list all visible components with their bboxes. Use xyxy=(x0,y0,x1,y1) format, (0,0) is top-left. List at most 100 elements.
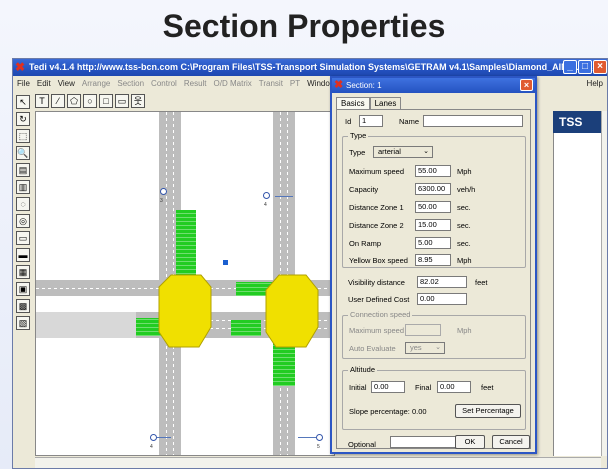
distance-zone-2-label: Distance Zone 2 xyxy=(349,221,404,230)
junction-layer xyxy=(158,260,319,348)
id-field[interactable]: 1 xyxy=(359,115,383,127)
type-group-title: Type xyxy=(348,131,369,140)
user-defined-cost-field[interactable]: 0.00 xyxy=(417,293,467,305)
select-area-icon[interactable]: ⬚ xyxy=(16,129,30,143)
distance-zone-2-field[interactable]: 15.00 xyxy=(415,219,451,231)
final-field[interactable]: 0.00 xyxy=(437,381,471,393)
menu-help[interactable]: Help xyxy=(587,76,603,91)
basics-panel: Id 1 Name Type Type arterial ⌄ Maximum sp… xyxy=(336,109,531,449)
max-speed-field[interactable]: 55.00 xyxy=(415,165,451,177)
tss-logo: TSS xyxy=(553,111,601,133)
connection-max-speed-label: Maximum speed xyxy=(349,326,405,335)
horizontal-scrollbar[interactable] xyxy=(35,457,601,468)
visibility-distance-unit: feet xyxy=(475,278,488,287)
yellow-box-speed-field[interactable]: 8.95 xyxy=(415,254,451,266)
auto-evaluate-label: Auto Evaluate xyxy=(349,344,396,353)
connection-speed-title: Connection speed xyxy=(348,310,413,319)
chevron-down-icon: ⌄ xyxy=(423,148,429,155)
menu-od-matrix[interactable]: O/D Matrix xyxy=(214,76,252,91)
distance-zone-1-field[interactable]: 50.00 xyxy=(415,201,451,213)
initial-label: Initial xyxy=(349,383,367,392)
name-field[interactable] xyxy=(423,115,523,127)
grid-tool-icon[interactable]: ▩ xyxy=(16,299,30,313)
auto-evaluate-dropdown[interactable]: yes ⌄ xyxy=(405,342,445,354)
app-title: Tedi v4.1.4 http://www.tss-bcn.com C:\Pr… xyxy=(29,62,608,72)
altitude-title: Altitude xyxy=(348,365,378,374)
node-marker[interactable] xyxy=(316,434,323,441)
centroid-tool-icon[interactable]: ◌ xyxy=(16,197,30,211)
on-ramp-label: On Ramp xyxy=(349,239,382,248)
final-label: Final xyxy=(415,383,432,392)
tab-basics[interactable]: Basics xyxy=(336,97,370,109)
on-ramp-field[interactable]: 5.00 xyxy=(415,237,451,249)
centroid-marker xyxy=(223,260,228,265)
capacity-label: Capacity xyxy=(349,185,379,194)
slope-percentage-label: Slope percentage: 0.00 xyxy=(349,407,427,416)
text-tool-icon[interactable]: T xyxy=(35,94,49,108)
layers-tool-icon[interactable]: ▧ xyxy=(16,316,30,330)
person-tool-icon[interactable]: 웃 xyxy=(131,94,145,108)
menu-control[interactable]: Control xyxy=(151,76,177,91)
polygon-tool-icon[interactable]: ⬠ xyxy=(67,94,81,108)
app-logo-icon: ✖ xyxy=(15,60,26,74)
capacity-field[interactable]: 6300.00 xyxy=(415,183,451,195)
tab-lanes[interactable]: Lanes xyxy=(369,97,402,109)
menu-result[interactable]: Result xyxy=(184,76,207,91)
visibility-distance-field[interactable]: 82.02 xyxy=(417,276,467,288)
junction-right xyxy=(265,274,319,348)
node-label: 4 xyxy=(264,202,267,208)
type-dropdown[interactable]: arterial ⌄ xyxy=(373,146,433,158)
node-marker[interactable] xyxy=(160,188,167,195)
ok-button[interactable]: OK xyxy=(455,435,485,449)
optional-label: Optional xyxy=(348,440,376,449)
menu-arrange[interactable]: Arrange xyxy=(82,76,110,91)
app-titlebar: ✖ Tedi v4.1.4 http://www.tss-bcn.com C:\… xyxy=(13,59,608,76)
auto-evaluate-value: yes xyxy=(410,343,422,352)
vms-tool-icon[interactable]: ▭ xyxy=(16,231,30,245)
top-drawing-tools: T ⁄ ⬠ ○ □ ▭ 웃 xyxy=(35,92,145,110)
junction-tool-icon[interactable]: ▥ xyxy=(16,180,30,194)
vertical-scrollbar[interactable] xyxy=(601,111,607,456)
menu-file[interactable]: File xyxy=(17,76,30,91)
polyline-tool-icon[interactable]: ⁄ xyxy=(51,94,65,108)
connector-line xyxy=(298,437,316,438)
left-toolbar: ↖ ↻ ⬚ 🔍 ▤ ▥ ◌ ◎ ▭ ▬ ▦ ▣ ▩ ▧ xyxy=(13,92,33,452)
dialog-logo-icon: ✖ xyxy=(334,79,344,91)
menu-section[interactable]: Section xyxy=(117,76,144,91)
minimize-button[interactable]: _ xyxy=(563,60,577,74)
maximize-button[interactable]: □ xyxy=(578,60,592,74)
menu-transit[interactable]: Transit xyxy=(259,76,283,91)
node-marker[interactable] xyxy=(263,192,270,199)
rotate-tool-icon[interactable]: ↻ xyxy=(16,112,30,126)
menu-pt[interactable]: PT xyxy=(290,76,300,91)
detector-tool-icon[interactable]: ◎ xyxy=(16,214,30,228)
menu-view[interactable]: View xyxy=(58,76,75,91)
connection-max-speed-field[interactable] xyxy=(405,324,441,336)
dialog-titlebar: ✖ Section: 1 × xyxy=(332,78,535,93)
ellipse-tool-icon[interactable]: ○ xyxy=(83,94,97,108)
stop-tool-icon[interactable]: ▦ xyxy=(16,265,30,279)
set-percentage-button[interactable]: Set Percentage xyxy=(455,404,521,418)
close-button[interactable]: × xyxy=(593,60,607,74)
node-marker[interactable] xyxy=(150,434,157,441)
dialog-title: Section: 1 xyxy=(346,81,382,90)
dialog-close-button[interactable]: × xyxy=(520,79,533,91)
initial-field[interactable]: 0.00 xyxy=(371,381,405,393)
lane-tool-icon[interactable]: ▣ xyxy=(16,282,30,296)
rectangle-tool-icon[interactable]: □ xyxy=(99,94,113,108)
bus-tool-icon[interactable]: ▬ xyxy=(16,248,30,262)
zoom-icon[interactable]: 🔍 xyxy=(16,146,30,160)
menu-edit[interactable]: Edit xyxy=(37,76,51,91)
node-label: 4 xyxy=(150,444,153,450)
cancel-button[interactable]: Cancel xyxy=(492,435,530,449)
section-tool-icon[interactable]: ▤ xyxy=(16,163,30,177)
dialog-tabs: Basics Lanes xyxy=(336,97,402,109)
yellow-box-speed-unit: Mph xyxy=(457,256,472,265)
connection-speed-group: Connection speed Maximum speed Mph Auto … xyxy=(342,310,526,359)
altitude-unit: feet xyxy=(481,383,494,392)
type-group: Type Type arterial ⌄ Maximum speed 55.00 … xyxy=(342,131,526,268)
pointer-tool-icon[interactable]: ↖ xyxy=(16,95,30,109)
network-canvas[interactable]: 3 4 4 5 xyxy=(35,111,335,456)
name-label: Name xyxy=(399,117,420,126)
rect-fill-tool-icon[interactable]: ▭ xyxy=(115,94,129,108)
